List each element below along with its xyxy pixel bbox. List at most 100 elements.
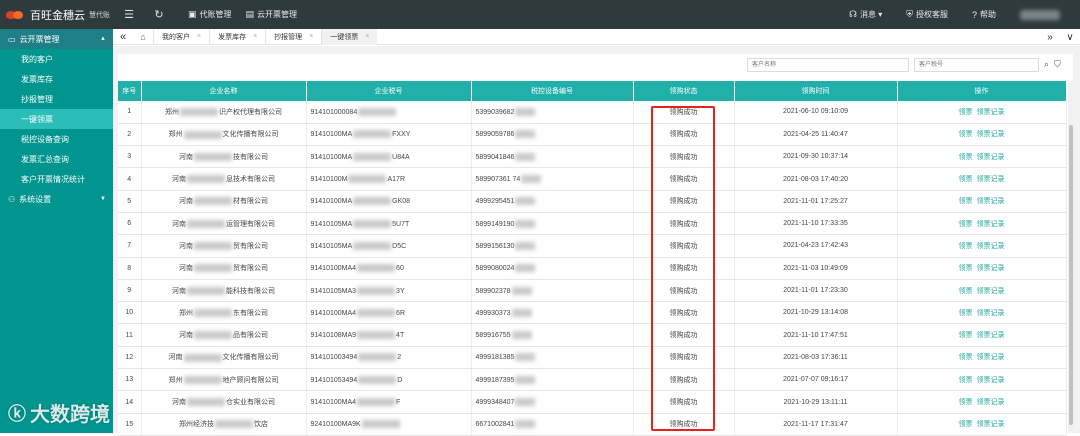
claim-record-link[interactable]: 领票记录 <box>977 310 1005 317</box>
tab[interactable]: 抄报管理 × <box>265 28 321 45</box>
close-icon[interactable]: × <box>197 33 201 40</box>
tax-number-part: A17R <box>387 175 405 183</box>
column-header: 领购状态 <box>633 81 735 101</box>
claim-record-link[interactable]: 领票记录 <box>977 221 1005 228</box>
help-link[interactable]: ? 帮助 <box>972 9 996 20</box>
topmenu-cloud-invoice[interactable]: ▤ 云开票管理 <box>246 9 298 20</box>
tabs-scroll-right-icon[interactable]: » <box>1040 32 1060 43</box>
tax-number: 91410100MA U84A <box>306 145 472 169</box>
tax-number-part: 91410105MA <box>310 220 353 228</box>
filter-icon[interactable]: ⛉ <box>1054 59 1061 70</box>
row-number: 13 <box>118 368 142 392</box>
tab[interactable]: 发票库存 × <box>209 28 265 45</box>
sidebar-group-cloud-invoice[interactable]: ▭ 云开票管理 ▲ <box>0 29 113 49</box>
redacted-mask <box>353 152 392 161</box>
sidebar-item[interactable]: 客户开票情况统计 <box>0 169 113 189</box>
claim-link[interactable]: 领票 <box>959 288 973 295</box>
claim-record-link[interactable]: 领票记录 <box>977 243 1005 250</box>
claim-link[interactable]: 领票 <box>959 332 973 339</box>
table-row: 14 河南 仓实业有限公司 91410100MA4 F 4999348407 领购成功 202… <box>118 390 1067 414</box>
close-icon[interactable]: × <box>309 33 313 40</box>
claim-link[interactable]: 领票 <box>959 265 973 272</box>
device-number: 4999348407 <box>471 390 634 414</box>
row-number: 4 <box>118 167 142 191</box>
messages-menu[interactable]: ☊ 消息 ▾ <box>849 9 882 20</box>
sidebar-item[interactable]: 发票汇总查询 <box>0 149 113 169</box>
claim-link[interactable]: 领票 <box>959 399 973 406</box>
claim-link[interactable]: 领票 <box>959 421 973 428</box>
claim-link[interactable]: 领票 <box>959 221 973 228</box>
customer-tax-input[interactable] <box>914 58 1039 72</box>
sidebar-item[interactable]: 一键领票 <box>0 109 113 129</box>
claim-link[interactable]: 领票 <box>959 109 973 116</box>
redacted-mask <box>187 398 225 407</box>
tab[interactable]: 一键领票 × <box>321 28 378 45</box>
claim-record-link[interactable]: 领票记录 <box>977 176 1005 183</box>
sidebar-item[interactable]: 我的客户 <box>0 49 113 69</box>
row-number: 12 <box>118 346 142 370</box>
claim-link[interactable]: 领票 <box>959 354 973 361</box>
customer-name-input[interactable] <box>747 58 909 72</box>
company-name-part: 郑州经济技 <box>179 421 214 429</box>
tax-number-part: 92410100MA9K <box>310 421 361 429</box>
home-icon[interactable]: ⌂ <box>133 32 153 42</box>
search-icon[interactable]: ⌕ <box>1044 59 1049 70</box>
tax-number: 91410100MA4 F <box>306 390 472 414</box>
tax-number-part: 91410100MA <box>310 131 353 139</box>
redacted-mask <box>357 264 396 273</box>
claim-time: 2021-11-17 17:31:47 <box>734 413 898 436</box>
refresh-icon[interactable]: ↻ <box>144 8 174 21</box>
claim-link[interactable]: 领票 <box>959 198 973 205</box>
claim-record-link[interactable]: 领票记录 <box>977 377 1005 384</box>
sidebar-item[interactable]: 税控设备查询 <box>0 129 113 149</box>
user-avatar[interactable] <box>1020 9 1060 20</box>
redacted-mask <box>515 219 536 228</box>
table-scrollbar[interactable] <box>1068 81 1074 433</box>
claim-record-link[interactable]: 领票记录 <box>977 154 1005 161</box>
tab[interactable]: 我的客户 × <box>153 28 209 45</box>
support-link[interactable]: ⛨ 授权客服 <box>906 9 948 20</box>
claim-record-link[interactable]: 领票记录 <box>977 399 1005 406</box>
tabs-scroll-left-icon[interactable]: « <box>113 31 133 43</box>
messages-label: 消息 ▾ <box>859 10 883 19</box>
row-actions: 领票 领票记录 <box>897 323 1067 347</box>
claim-record-link[interactable]: 领票记录 <box>977 265 1005 272</box>
claim-record-link[interactable]: 领票记录 <box>977 421 1005 428</box>
tax-number-part: 91410100MA <box>310 153 353 161</box>
company-name-part: 河南 <box>179 242 193 250</box>
topmenu-bookkeeping[interactable]: ▣ 代账管理 <box>188 9 232 20</box>
claim-link[interactable]: 领票 <box>959 131 973 138</box>
claim-record-link[interactable]: 领票记录 <box>977 131 1005 138</box>
close-icon[interactable]: × <box>253 33 257 40</box>
tabs-more-icon[interactable]: ∨ <box>1060 32 1080 43</box>
tab-bar: « ⌂ 我的客户 × 发票库存 × 抄报管理 × 一键领票 × » ∨ <box>113 28 1080 45</box>
sidebar-item[interactable]: 发票库存 <box>0 69 113 89</box>
tax-number: 914101000084 <box>306 101 472 124</box>
tax-number-part: 914101000084 <box>310 108 358 116</box>
row-actions: 领票 领票记录 <box>897 190 1067 213</box>
claim-record-link[interactable]: 领票记录 <box>977 332 1005 339</box>
brand[interactable]: 百旺金穗云 慧代账 <box>0 0 114 29</box>
sidebar-group-settings[interactable]: ⚇ 系统设置 ▼ <box>0 189 113 209</box>
row-number: 14 <box>118 390 142 414</box>
tax-number-part: 5U7T <box>392 220 410 228</box>
tax-number: 91410105MA3 3Y <box>306 279 472 303</box>
claim-link[interactable]: 领票 <box>959 310 973 317</box>
claim-link[interactable]: 领票 <box>959 377 973 384</box>
scrollbar-thumb[interactable] <box>1069 125 1073 425</box>
claim-link[interactable]: 领票 <box>959 243 973 250</box>
claim-link[interactable]: 领票 <box>959 154 973 161</box>
table-row: 7 河南 贸有限公司 91410105MA D5C 5899156130 领购成功 2021-… <box>118 234 1067 258</box>
table-row: 9 河南 能科技有限公司 91410105MA3 3Y 589902378 领购成功 2021… <box>118 279 1067 303</box>
row-number: 7 <box>118 234 142 258</box>
sidebar-item[interactable]: 抄报管理 <box>0 89 113 109</box>
company-name-part: 识产权代理有限公司 <box>219 108 282 116</box>
tax-number-part: 4T <box>396 331 405 339</box>
claim-record-link[interactable]: 领票记录 <box>977 198 1005 205</box>
menu-toggle-icon[interactable]: ☰ <box>114 8 144 21</box>
claim-record-link[interactable]: 领票记录 <box>977 288 1005 295</box>
claim-record-link[interactable]: 领票记录 <box>977 109 1005 116</box>
close-icon[interactable]: × <box>365 33 369 40</box>
claim-link[interactable]: 领票 <box>959 176 973 183</box>
claim-record-link[interactable]: 领票记录 <box>977 354 1005 361</box>
